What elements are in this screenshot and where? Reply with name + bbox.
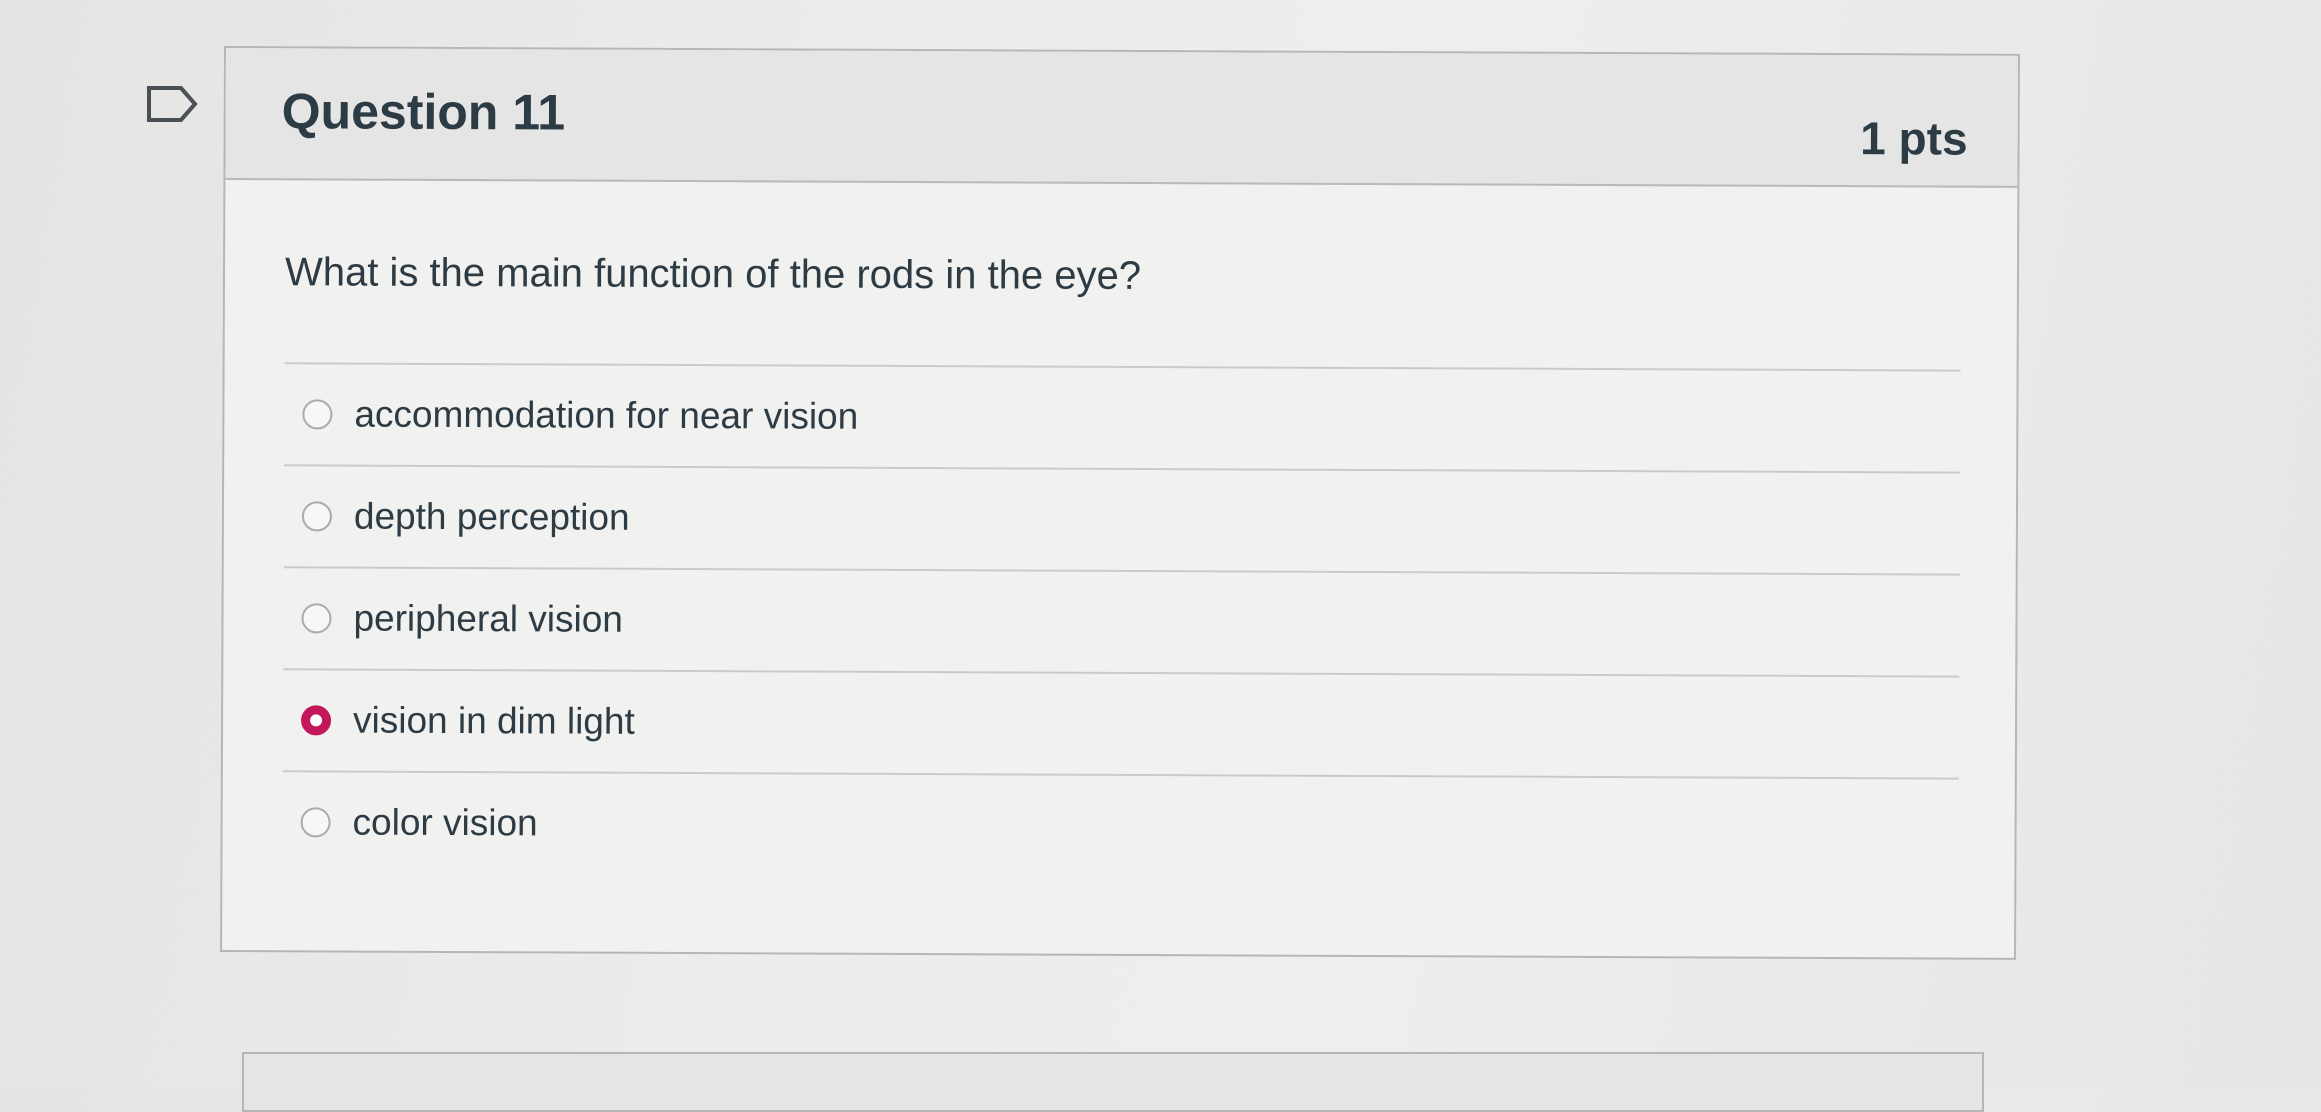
next-question-card [242, 1052, 1984, 1112]
answer-option[interactable]: accommodation for near vision [284, 362, 1961, 472]
answer-label[interactable]: depth perception [354, 496, 630, 539]
radio-button-selected[interactable] [300, 705, 332, 736]
question-title: Question 11 [281, 83, 566, 141]
answer-label[interactable]: color vision [353, 802, 538, 845]
radio-button[interactable] [301, 501, 333, 532]
answer-option[interactable]: peripheral vision [283, 566, 1960, 676]
answer-label[interactable]: vision in dim light [353, 700, 635, 743]
flag-question-icon[interactable] [145, 84, 199, 124]
next-question-header [244, 1054, 1982, 1110]
answer-option[interactable]: color vision [282, 770, 1959, 880]
question-text: What is the main function of the rods in… [284, 250, 1142, 299]
answer-list: accommodation for near vision depth perc… [282, 362, 1961, 880]
answer-label[interactable]: accommodation for near vision [354, 394, 858, 438]
question-header: Question 11 1 pts [225, 48, 2018, 188]
radio-button[interactable] [301, 603, 332, 634]
answer-label[interactable]: peripheral vision [353, 598, 623, 641]
radio-button[interactable] [300, 807, 331, 838]
answer-option-selected[interactable]: vision in dim light [282, 668, 1960, 778]
answer-option[interactable]: depth perception [283, 464, 1961, 574]
question-points: 1 pts [1860, 112, 1968, 165]
radio-button[interactable] [302, 399, 333, 430]
question-card: Question 11 1 pts What is the main funct… [220, 46, 2020, 960]
